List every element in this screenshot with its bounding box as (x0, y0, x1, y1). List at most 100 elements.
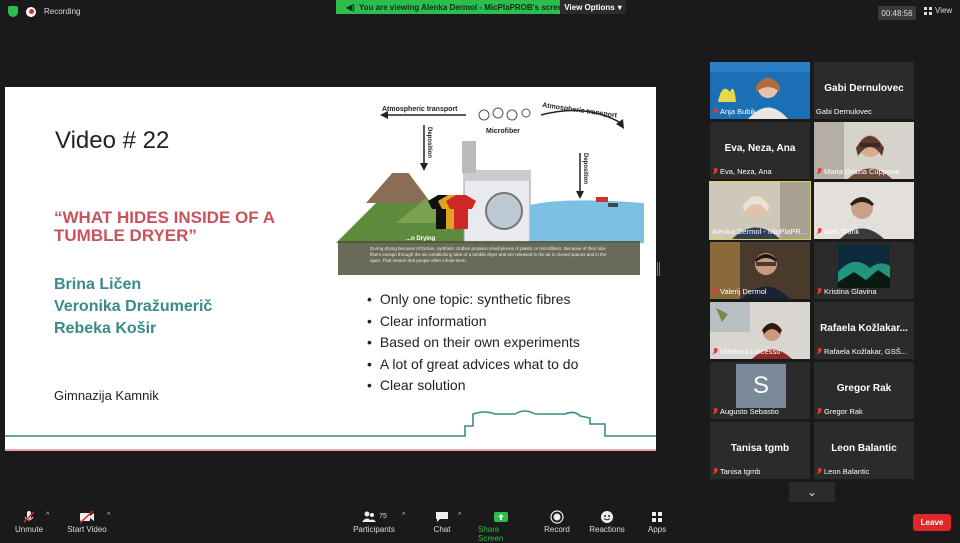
view-options-label: View Options (564, 2, 615, 12)
muted-mic-icon (816, 467, 822, 476)
share-screen-icon (493, 508, 509, 525)
scroll-down-button[interactable]: ⌄ (789, 482, 835, 502)
bullet-item: Based on their own experiments (367, 332, 580, 354)
deposition-right: Deposition (582, 153, 588, 184)
participant-display-name: Gabi Dernulovec (824, 83, 904, 94)
bullet-item: Clear solution (367, 375, 580, 397)
audio-options-caret[interactable]: ^ (46, 512, 49, 519)
participant-label: Valerij Dermol (712, 287, 767, 296)
participant-tile[interactable]: Anja Bubik (710, 62, 810, 119)
participant-name: Maria Grazia Cuppone (824, 167, 900, 176)
muted-mic-icon (712, 167, 718, 176)
slide-bullets: Only one topic: synthetic fibres Clear i… (367, 289, 580, 397)
video-options-caret[interactable]: ^ (107, 512, 110, 519)
view-options-button[interactable]: View Options ▾ (560, 0, 626, 14)
unmute-label: Unmute (15, 525, 44, 534)
view-label: View (935, 6, 953, 15)
security-shield-icon[interactable] (8, 6, 18, 17)
meeting-toolbar: Unmute ^ Start Video ^ 75 Participants ^… (0, 505, 960, 543)
video-off-icon (79, 508, 95, 525)
chat-icon (435, 508, 449, 525)
microfiber-label: Microfiber (486, 128, 520, 135)
participant-label: Gabi Dernulovec (816, 107, 872, 116)
participant-tile[interactable]: Tanisa tgmb Tanisa tgmb (710, 422, 810, 479)
participant-display-name: Tanisa tgmb (730, 443, 790, 454)
participants-count: 75 (379, 513, 387, 520)
grid-icon (924, 6, 932, 15)
participant-tile[interactable]: Kristina Glavina (814, 242, 914, 299)
record-button[interactable]: Record (544, 508, 570, 534)
participant-name: Valerij Dermol (720, 287, 767, 296)
participant-tile[interactable]: Gregor Rak Gregor Rak (814, 362, 914, 419)
participant-tile[interactable]: Leon Balantic Leon Balantic (814, 422, 914, 479)
participant-tile[interactable]: Valerij Dermol (710, 242, 810, 299)
participant-label: Aleš Trunk (816, 227, 859, 236)
leave-button[interactable]: Leave (913, 514, 951, 531)
avatar-initial: S (736, 364, 786, 408)
active-speaker-tile[interactable]: Alenka Dermol - MicPlaPR... (709, 181, 811, 240)
speaker-icon: ◀) (346, 2, 355, 12)
participant-tile[interactable]: Maria Grazia Cuppone (814, 122, 914, 179)
muted-mic-icon (816, 287, 822, 296)
muted-mic-icon (816, 347, 822, 356)
viewing-screen-banner: ◀) You are viewing Alenka Dermol - MicPl… (336, 0, 578, 14)
top-bar: Recording ◀) You are viewing Alenka Derm… (0, 0, 960, 26)
reactions-icon (600, 508, 614, 525)
splitter-handle[interactable] (657, 262, 660, 276)
apps-button[interactable]: Apps (647, 508, 667, 534)
apps-icon (651, 508, 663, 525)
participant-tile[interactable]: Eva, Neza, Ana Eva, Neza, Ana (710, 122, 810, 179)
muted-mic-icon (712, 467, 718, 476)
author-name: Rebeka Košir (54, 320, 157, 337)
participant-label: Alenka Dermol - MicPlaPR... (712, 227, 807, 236)
chevron-down-icon: ▾ (617, 2, 622, 12)
muted-mic-icon (712, 407, 718, 416)
participant-label: Gregor Rak (816, 407, 863, 416)
deposition-left: Deposition (426, 127, 432, 158)
city-outline-decoration (5, 410, 656, 437)
participant-name: Eva, Neza, Ana (720, 167, 772, 176)
muted-mic-icon (816, 227, 822, 236)
participant-label: Augusto Sebastio (712, 407, 779, 416)
reactions-button[interactable]: Reactions (589, 508, 625, 534)
participant-label: Anja Bubik (712, 107, 756, 116)
meeting-timer: 00:48:56 (878, 6, 916, 20)
participant-tile[interactable]: Aleš Trunk (814, 182, 914, 239)
participant-tile[interactable]: Marilena Lincesso (710, 302, 810, 359)
recording-label: Recording (44, 7, 81, 16)
slide-title: Video # 22 (55, 127, 170, 154)
participant-label: Tanisa tgmb (712, 467, 760, 476)
participant-tile[interactable]: S Augusto Sebastio (710, 362, 810, 419)
recording-indicator: Recording (8, 6, 80, 17)
participant-name: Kristina Glavina (824, 287, 877, 296)
participant-tile[interactable]: Rafaela Kožlakar... Rafaela Kožlakar, GS… (814, 302, 914, 359)
view-button[interactable]: View (924, 6, 952, 15)
muted-mic-icon (712, 347, 718, 356)
participants-label: Participants (353, 525, 395, 534)
chevron-down-icon: ⌄ (806, 485, 818, 499)
muted-mic-icon (712, 107, 718, 116)
participant-tile[interactable]: Gabi Dernulovec Gabi Dernulovec (814, 62, 914, 119)
chat-button[interactable]: Chat (432, 508, 452, 534)
share-screen-label: Share Screen (478, 525, 504, 543)
unmute-button[interactable]: Unmute (15, 508, 43, 534)
participant-label: Maria Grazia Cuppone (816, 167, 899, 176)
diagram-caption: During drying because of friction, synth… (338, 241, 640, 275)
author-name: Brina Ličen (54, 276, 142, 293)
muted-microphone-icon (22, 508, 36, 525)
start-video-button[interactable]: Start Video (67, 508, 107, 534)
bullet-item: Only one topic: synthetic fibres (367, 289, 580, 311)
share-screen-button[interactable]: Share Screen (478, 508, 524, 543)
participants-button[interactable]: 75 Participants (352, 508, 396, 534)
participant-name: Aleš Trunk (824, 227, 860, 236)
atmospheric-transport-left: Atmospheric transport (382, 106, 458, 113)
reactions-label: Reactions (589, 525, 625, 534)
participant-name: Leon Balantic (824, 467, 870, 476)
participants-options-caret[interactable]: ^ (402, 512, 405, 519)
chat-options-caret[interactable]: ^ (458, 512, 461, 519)
chat-label: Chat (433, 525, 451, 534)
participants-icon: 75 (361, 508, 387, 525)
participant-name: Rafaela Kožlakar, GSŠ... (824, 347, 907, 356)
start-video-label: Start Video (67, 525, 107, 534)
participant-label: Eva, Neza, Ana (712, 167, 772, 176)
